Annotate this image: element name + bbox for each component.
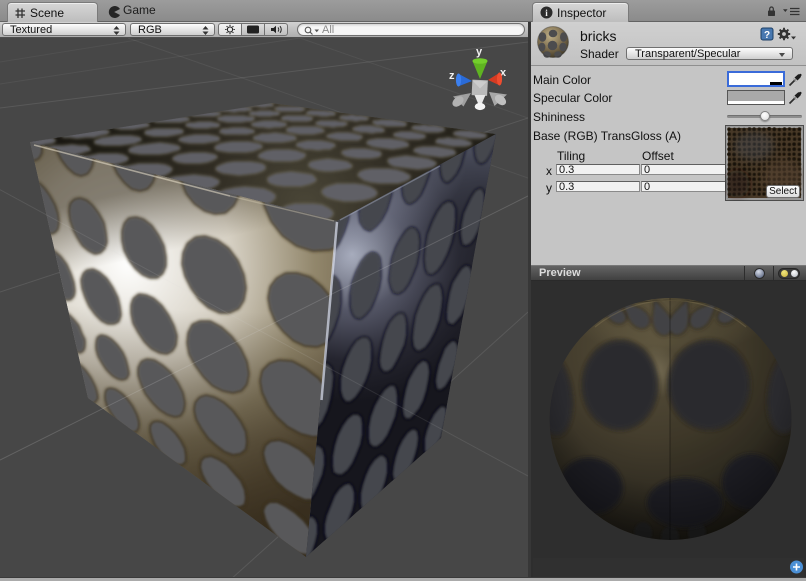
svg-text:?: ? [764, 30, 770, 41]
svg-text:y: y [476, 46, 483, 58]
svg-text:z: z [449, 70, 455, 82]
